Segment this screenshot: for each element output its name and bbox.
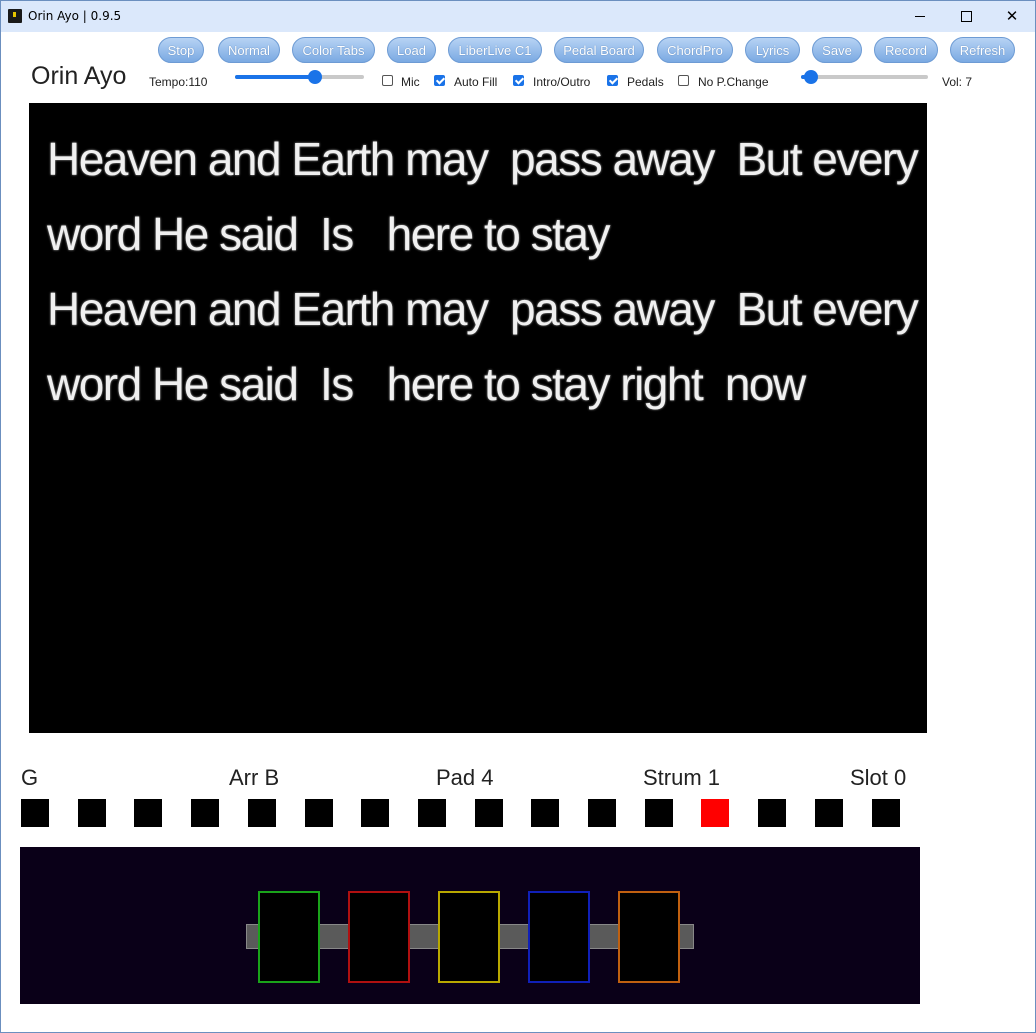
close-button[interactable]: ✕: [989, 1, 1035, 32]
beat-indicator: [588, 799, 616, 827]
tempo-slider-fill: [235, 75, 315, 79]
slot-status: Slot 0: [850, 765, 907, 790]
pedal-2[interactable]: [348, 891, 410, 983]
lyric-line: Heaven and Earth may pass away But every: [47, 283, 919, 335]
beat-indicator: [21, 799, 49, 827]
beat-indicator: [191, 799, 220, 827]
beat-indicator: [814, 799, 843, 827]
record-button[interactable]: Record: [874, 37, 938, 63]
pedals-checkbox[interactable]: [607, 75, 618, 86]
intro-outro-checkbox[interactable]: [513, 75, 524, 86]
intro-outro-label: Intro/Outro: [533, 75, 591, 89]
lyric-line: Heaven and Earth may pass away But every: [47, 133, 919, 185]
pedal-4[interactable]: [528, 891, 590, 983]
window-title: Orin Ayo | 0.9.5: [28, 9, 122, 23]
volume-slider[interactable]: [801, 70, 928, 84]
maximize-icon: [960, 11, 972, 22]
beat-indicator: [644, 799, 673, 827]
pedals-label: Pedals: [627, 75, 664, 89]
volume-label: Vol: 7: [942, 75, 973, 89]
beat-indicator: [134, 799, 163, 827]
save-button[interactable]: Save: [812, 37, 862, 63]
beat-indicator: [77, 799, 106, 827]
beat-indicator: [304, 799, 333, 827]
pedal-1[interactable]: [258, 891, 320, 983]
no-pchange-label: No P.Change: [698, 75, 769, 89]
no-pchange-checkbox[interactable]: [678, 75, 689, 86]
color-tabs-button[interactable]: Color Tabs: [292, 37, 375, 63]
chordpro-button[interactable]: ChordPro: [657, 37, 733, 63]
normal-button[interactable]: Normal: [218, 37, 280, 63]
arrangement-status: Arr B: [229, 765, 280, 790]
app-icon: [8, 9, 22, 23]
liberlive-c1-button[interactable]: LiberLive C1: [448, 37, 542, 63]
auto-fill-checkbox[interactable]: [434, 75, 445, 86]
pedal-5[interactable]: [618, 891, 680, 983]
lyric-line: word He said Is here to stay right now: [47, 358, 806, 410]
tempo-slider-thumb[interactable]: [307, 70, 322, 84]
lyrics-display: Heaven and Earth may pass away But every…: [29, 103, 927, 733]
beat-indicator: [417, 799, 446, 827]
beat-indicator-active: [701, 799, 730, 827]
mic-label: Mic: [401, 75, 420, 89]
beat-indicator: [531, 799, 560, 827]
close-icon: ✕: [1005, 7, 1019, 25]
tempo-slider[interactable]: [235, 70, 364, 84]
title-bar: Orin Ayo | 0.9.5 ✕: [1, 1, 1035, 32]
beat-indicator: [758, 799, 787, 827]
tempo-label: Tempo:110: [149, 75, 208, 89]
minimize-button[interactable]: [897, 1, 943, 32]
pad-status: Pad 4: [436, 765, 494, 790]
auto-fill-label: Auto Fill: [454, 75, 498, 89]
pedal-board-button[interactable]: Pedal Board: [554, 37, 644, 63]
lyrics-button[interactable]: Lyrics: [745, 37, 800, 63]
load-button[interactable]: Load: [387, 37, 436, 63]
minimize-icon: [915, 16, 925, 17]
maximize-button[interactable]: [943, 1, 989, 32]
beat-indicator: [361, 799, 390, 827]
app-brand: Orin Ayo: [31, 62, 127, 90]
lyric-line: word He said Is here to stay: [47, 208, 611, 260]
beat-indicator: [247, 799, 276, 827]
strum-status: Strum 1: [643, 765, 721, 790]
pedal-board: [20, 847, 920, 1004]
mic-checkbox[interactable]: [382, 75, 393, 86]
pedal-3[interactable]: [438, 891, 500, 983]
beat-indicator: [474, 799, 503, 827]
stop-button[interactable]: Stop: [158, 37, 204, 63]
beat-indicator: [871, 799, 900, 827]
volume-slider-thumb[interactable]: [804, 70, 819, 84]
refresh-button[interactable]: Refresh: [950, 37, 1015, 63]
chord-status: G: [21, 765, 39, 790]
